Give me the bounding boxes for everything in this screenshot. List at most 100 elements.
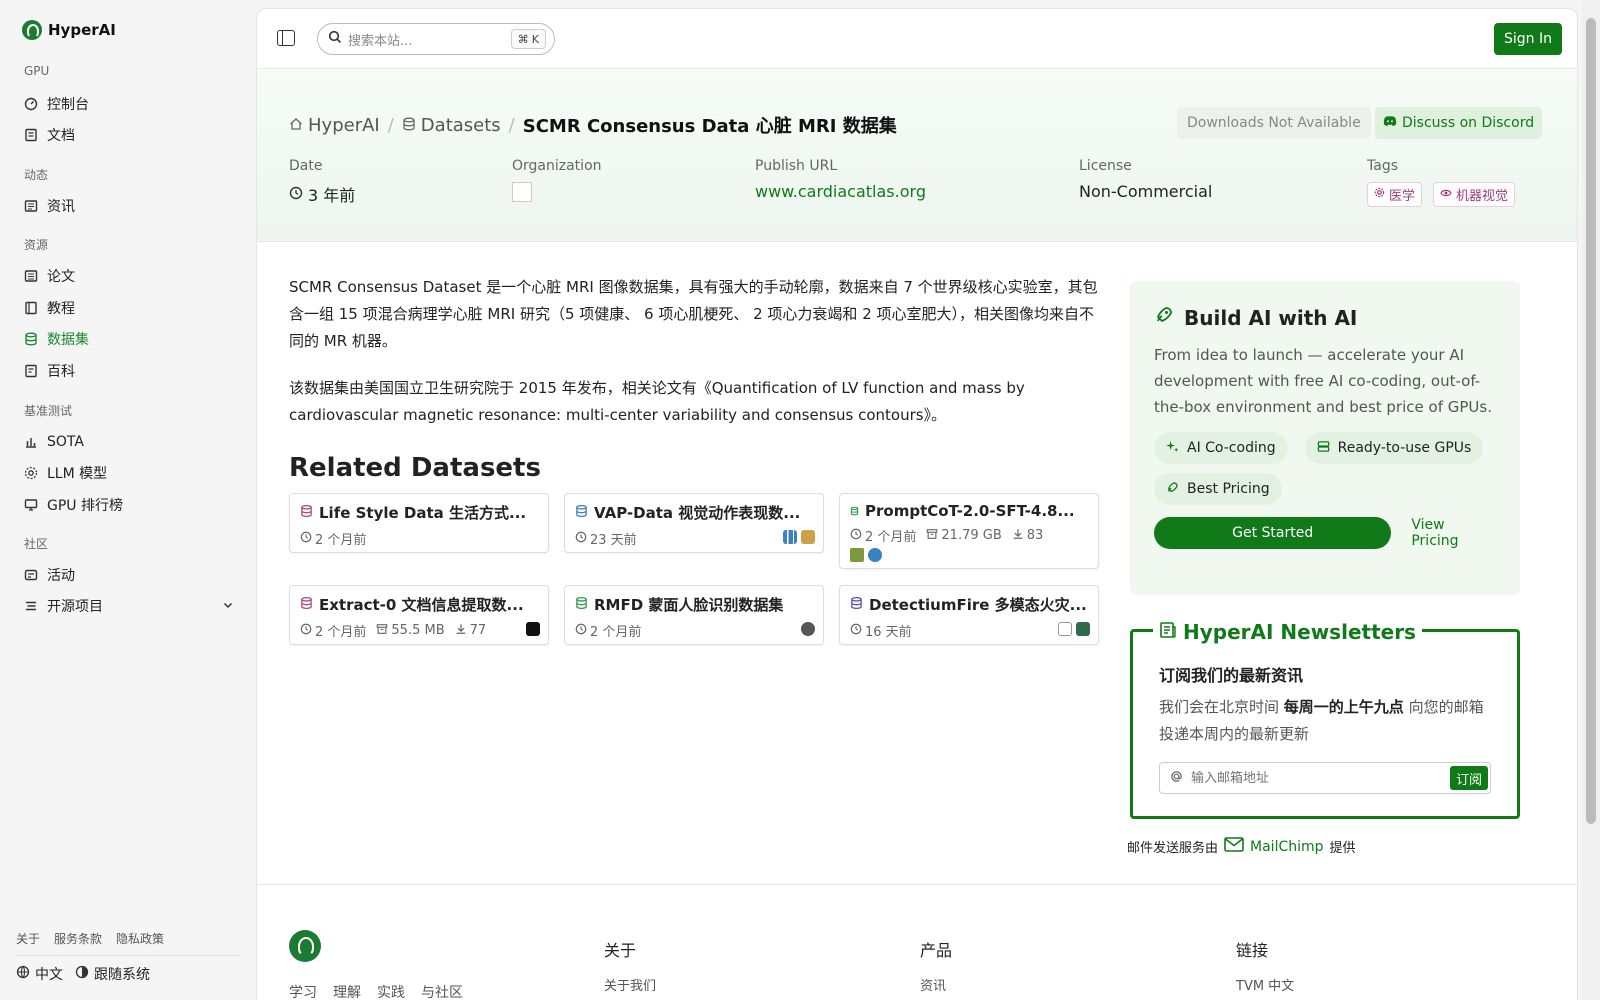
database-icon [850,502,859,520]
card-time: 2 个月前 [575,621,641,640]
email-input[interactable] [1191,770,1441,786]
language-switch[interactable]: 中文 [16,964,63,984]
sidebar-item-open-source[interactable]: 开源项目 [24,594,234,618]
feature-chip: Ready-to-use GPUs [1304,432,1484,464]
meta-label: Tags [1367,158,1398,174]
sidebar-item-gpu-leaderboard[interactable]: GPU 排行榜 [24,493,234,517]
meta-label: Publish URL [755,158,838,174]
card-time: 23 天前 [575,529,637,548]
org-logos [783,530,815,544]
related-dataset-card[interactable]: DetectiumFire 多模态火灾... 16 天前 [839,585,1099,645]
breadcrumb-label: Datasets [420,114,501,136]
tag-medicine[interactable]: 医学 [1367,182,1423,207]
newsletter-box: HyperAI Newsletters 订阅我们的最新资讯 我们会在北京时间 每… [1130,620,1520,819]
mail-provider-note: 邮件发送服务由 MailChimp 提供 [1127,837,1356,856]
meta-value [512,182,602,202]
sidebar-item-tutorials[interactable]: 教程 [24,296,234,320]
terms-link[interactable]: 服务条款 [54,930,102,947]
sidebar-item-datasets[interactable]: 数据集 [24,327,234,351]
organization-image [512,182,532,202]
scrollbar[interactable] [1582,0,1600,1000]
footer-heading: 产品 [920,941,953,960]
database-icon [300,596,313,614]
related-dataset-card[interactable]: VAP-Data 视觉动作表现数... 23 天前 [564,493,824,553]
downloads-not-available-button[interactable]: Downloads Not Available [1177,107,1371,139]
sidebar-item-docs[interactable]: 文档 [24,123,234,147]
theme-label: 跟随系统 [94,967,150,983]
footer-col-about: 关于 关于我们 [604,937,656,994]
publish-url-link[interactable]: www.cardiacatlas.org [755,182,926,201]
breadcrumb-datasets[interactable]: Datasets [402,115,501,136]
org-logo-icon [526,622,540,636]
sidebar-item-events[interactable]: 活动 [24,563,234,587]
meta-label: Date [289,158,323,174]
page-title: SCMR Consensus Data 心脏 MRI 数据集 [522,116,897,137]
section-community: 社区 [24,537,49,551]
sign-in-button[interactable]: Sign In [1494,23,1562,55]
related-dataset-card[interactable]: Extract-0 文档信息提取数... 2 个月前 55.5 MB 77 [289,585,549,645]
sidebar-item-wiki[interactable]: 百科 [24,359,234,383]
list-icon [24,599,38,613]
email-form: 订阅 [1159,762,1491,794]
view-pricing-link[interactable]: View Pricing [1411,517,1496,549]
about-link[interactable]: 关于 [16,930,40,947]
chevron-down-icon[interactable] [222,599,234,615]
search-input[interactable]: 搜索本站... ⌘ K [317,23,555,55]
brand-logo-link[interactable]: HyperAI [22,20,116,40]
get-started-button[interactable]: Get Started [1154,517,1392,549]
promo-features: AI Co-coding Ready-to-use GPUs Best Pric… [1154,432,1496,505]
sidebar-item-console[interactable]: 控制台 [24,92,234,116]
breadcrumb-home[interactable]: HyperAI [289,115,380,136]
footer-link[interactable]: 资讯 [920,975,952,994]
database-icon [575,596,588,614]
theme-switch[interactable]: 跟随系统 [75,964,150,984]
feature-chip: Best Pricing [1154,473,1282,505]
home-icon [289,115,303,136]
rocket-icon [1154,305,1174,330]
sidebar-item-papers[interactable]: 论文 [24,264,234,288]
brand-name: HyperAI [48,21,116,39]
time-text: 2 个月前 [315,625,367,640]
sidebar-item-label: 开源项目 [47,599,103,615]
related-dataset-card[interactable]: PromptCoT-2.0-SFT-4.8... 2 个月前 21.79 GB … [839,493,1099,569]
time-text: 2 个月前 [315,533,367,548]
org-logos [1058,622,1090,636]
sidebar-toggle-icon[interactable] [277,30,295,46]
provider-suffix: 提供 [1329,841,1356,856]
sidebar-item-sota[interactable]: SOTA [24,430,234,454]
org-logo-icon [783,530,797,544]
sidebar-footer-links: 关于 服务条款 隐私政策 [16,930,164,947]
footer-link[interactable]: TVM 中文 [1236,975,1294,994]
tagline-word: 实践 [377,985,405,1000]
tag-computer-vision[interactable]: 机器视觉 [1433,182,1516,207]
discord-icon [1383,115,1397,131]
theme-icon [75,965,89,983]
discord-button[interactable]: Discuss on Discord [1375,107,1543,139]
card-title-text: VAP-Data 视觉动作表现数... [594,504,801,522]
card-title-text: RMFD 蒙面人脸识别数据集 [594,596,784,614]
sidebar-item-label: 活动 [47,568,75,584]
card-title: PromptCoT-2.0-SFT-4.8... [850,502,1088,520]
mailchimp-link[interactable]: MailChimp [1224,837,1324,856]
date-value: 3 年前 [308,186,356,205]
promo-title: Build AI with AI [1154,305,1496,330]
sidebar-item-news[interactable]: 资讯 [24,194,234,218]
footer-link[interactable]: 关于我们 [604,975,656,994]
card-time: 16 天前 [850,621,912,640]
org-logo-icon [1076,622,1090,636]
sidebar-item-llm[interactable]: LLM 模型 [24,461,234,485]
scrollbar-thumb[interactable] [1586,18,1596,824]
privacy-link[interactable]: 隐私政策 [116,930,164,947]
command-icon: ⌘ [517,32,529,46]
subscribe-button[interactable]: 订阅 [1449,766,1488,790]
license-value: Non-Commercial [1079,182,1213,201]
hyperai-logo-icon [22,20,42,40]
clock-icon [575,531,587,547]
related-dataset-card[interactable]: Life Style Data 生活方式... 2 个月前 [289,493,549,553]
shortcut-badge: ⌘ K [510,29,546,49]
clock-icon [575,623,587,639]
breadcrumb: HyperAI / Datasets / SCMR Consensus Data… [289,112,897,138]
newspaper-icon [1159,620,1177,644]
related-dataset-card[interactable]: RMFD 蒙面人脸识别数据集 2 个月前 [564,585,824,645]
dataset-header: HyperAI / Datasets / SCMR Consensus Data… [257,70,1577,242]
